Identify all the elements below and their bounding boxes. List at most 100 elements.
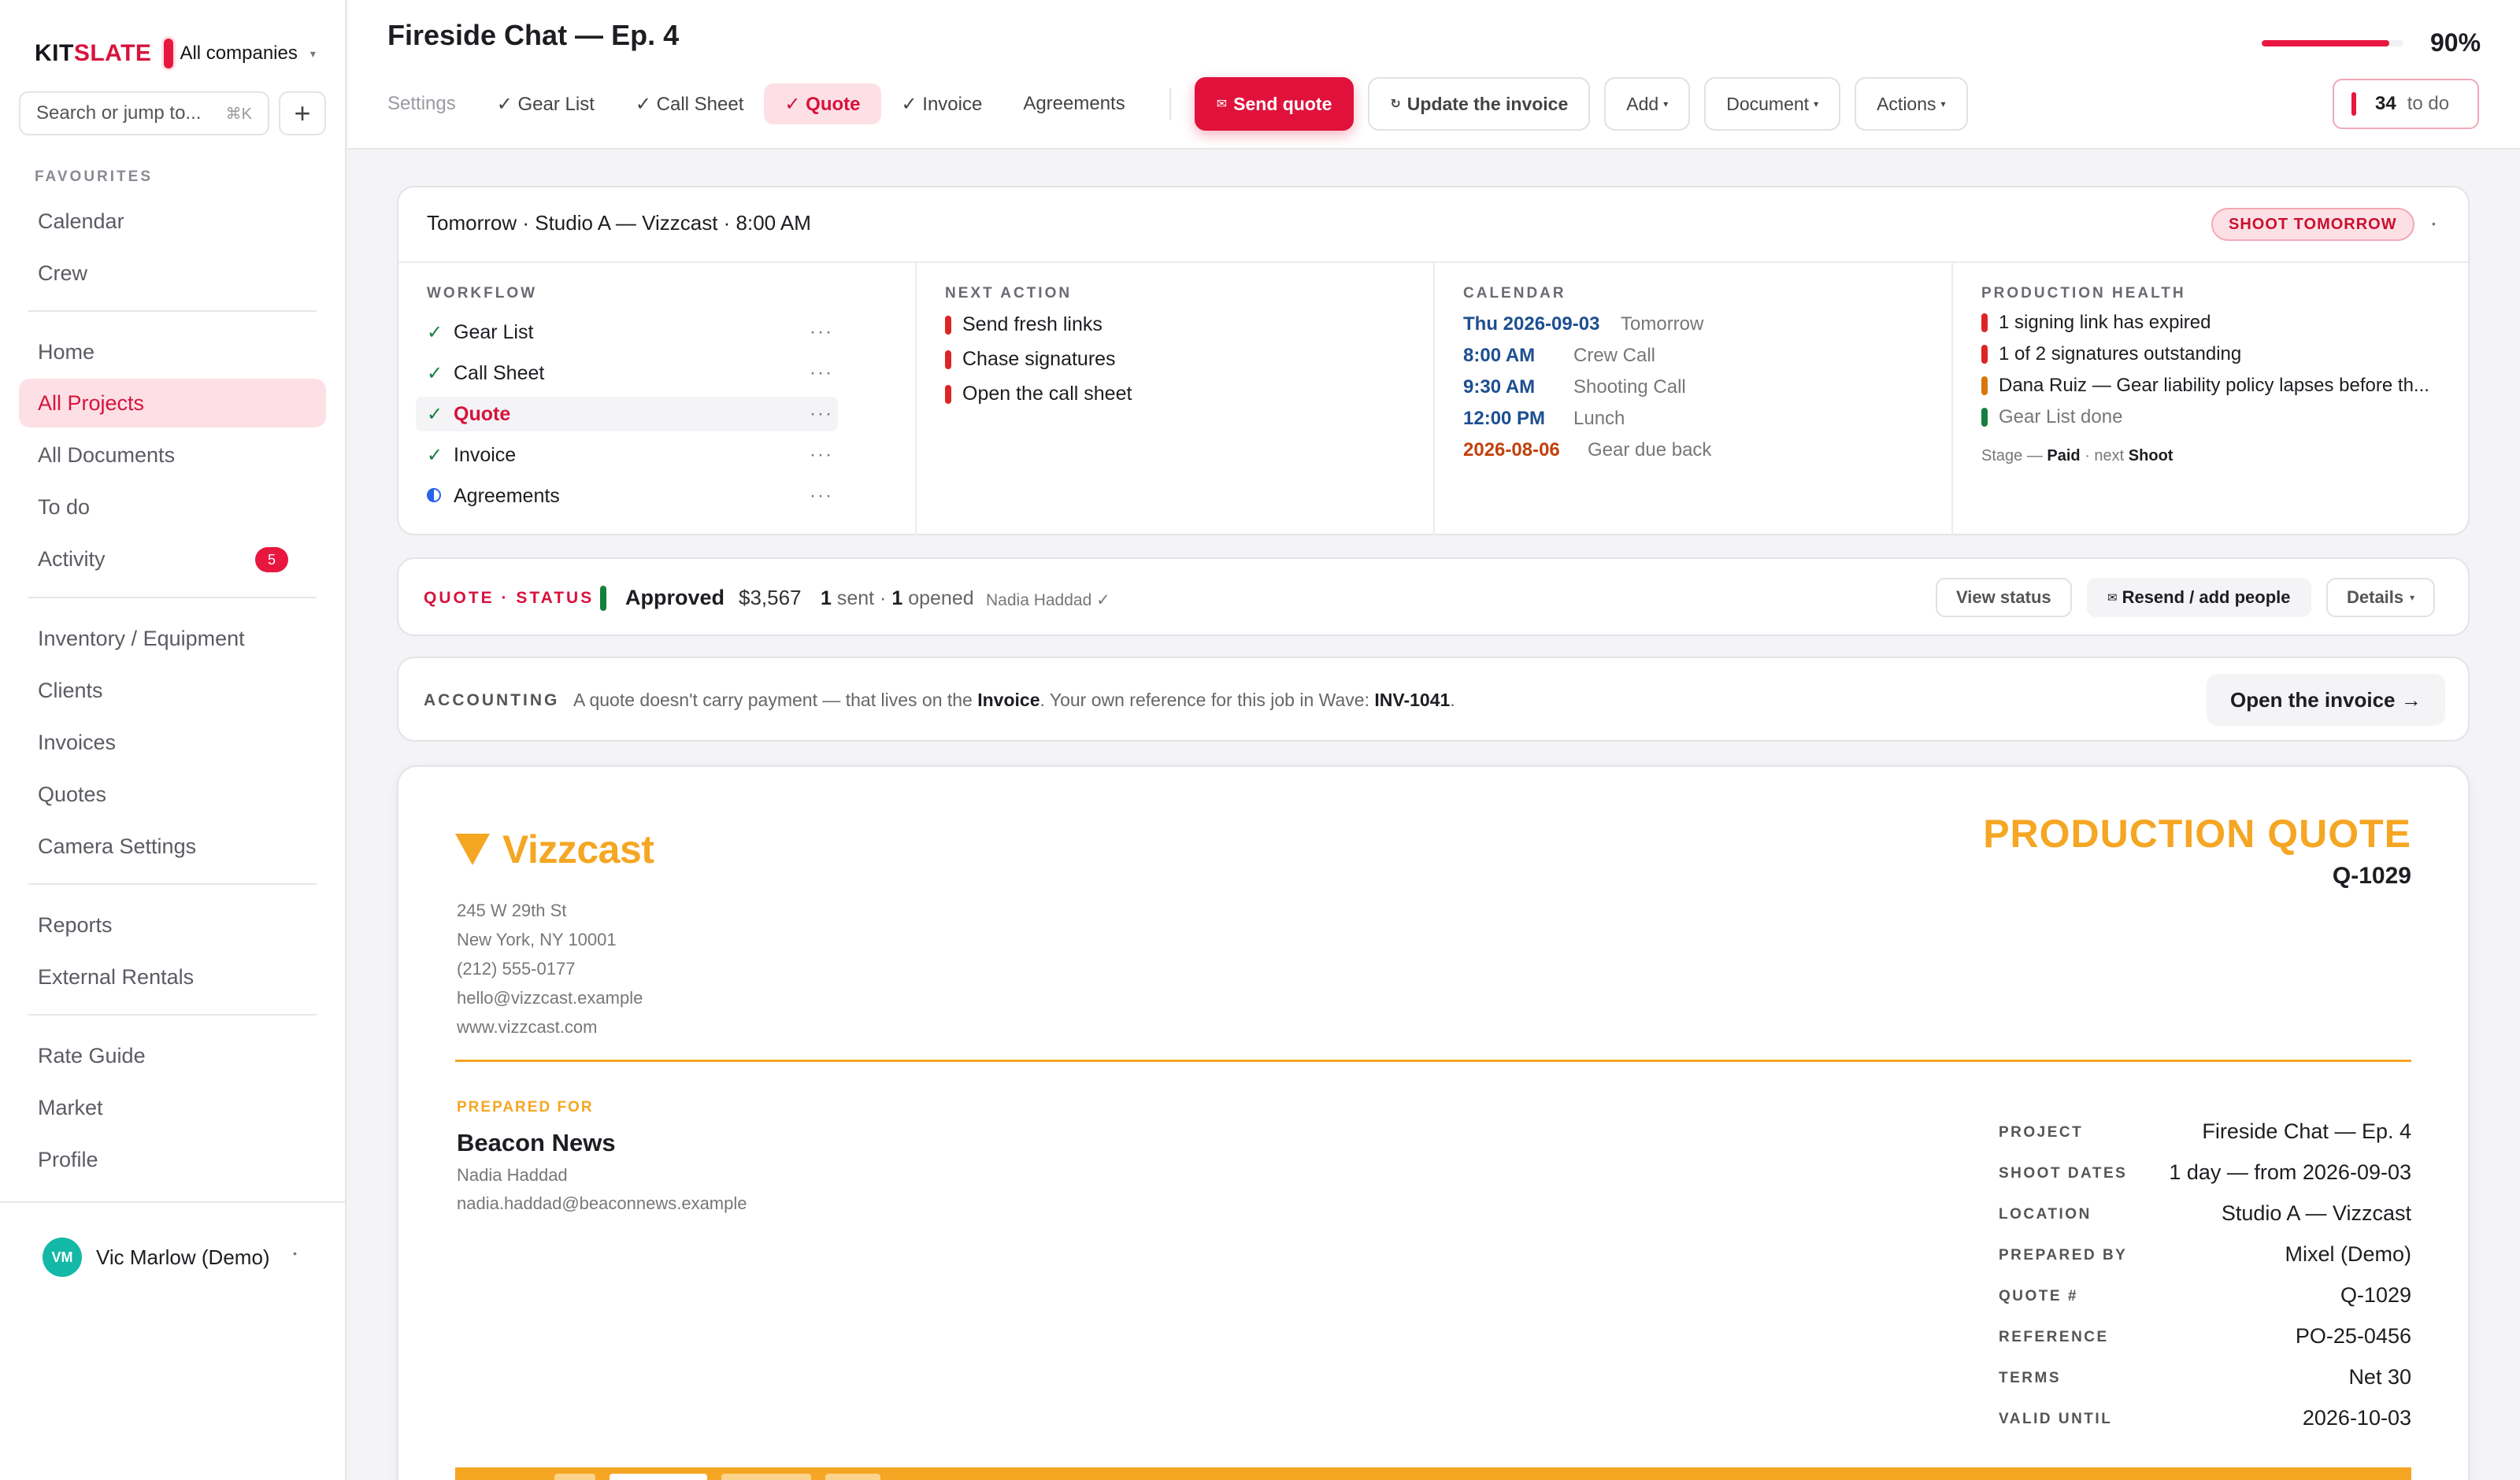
calendar-entry: Thu 2026-09-03 Tomorrow xyxy=(1463,313,1703,335)
document-menu-button[interactable]: Document ▾ xyxy=(1704,77,1841,131)
sidebar-item-quotes[interactable]: Quotes xyxy=(19,770,326,819)
stage-next: Shoot xyxy=(2128,447,2174,464)
sidebar: KITSLATE All companies ▾ Search or jump … xyxy=(0,0,346,1480)
quote-status-value: Approved xyxy=(625,586,725,609)
health-item: Gear List done xyxy=(1981,406,2122,428)
workflow-item-label: Agreements xyxy=(454,484,560,507)
meta-value: 1 day — from 2026-09-03 xyxy=(2169,1160,2411,1184)
quote-status-card: QUOTE · STATUS Approved $3,567 1 sent · … xyxy=(397,557,2470,636)
workflow-label: WORKFLOW xyxy=(427,285,538,302)
accounting-card: ACCOUNTING A quote doesn't carry payment… xyxy=(397,657,2470,742)
tab-invoice[interactable]: ✓ Invoice xyxy=(881,83,1003,124)
next-action-send-links[interactable]: Send fresh links xyxy=(945,313,1102,336)
meta-label: VALID UNTIL xyxy=(1999,1411,2113,1427)
sidebar-item-calendar[interactable]: Calendar xyxy=(19,197,326,246)
sidebar-item-profile[interactable]: Profile xyxy=(19,1135,326,1184)
calendar-desc: Tomorrow xyxy=(1621,313,1704,335)
actions-menu-button[interactable]: Actions ▾ xyxy=(1855,77,1968,131)
resend-label: Resend / add people xyxy=(2122,587,2291,607)
more-icon[interactable]: ··· xyxy=(810,444,833,466)
sidebar-item-reports[interactable]: Reports xyxy=(19,901,326,949)
company-switcher[interactable]: All companies xyxy=(180,43,297,65)
workflow-item-gear-list[interactable]: ✓ Gear List ··· xyxy=(416,315,838,350)
divider xyxy=(1169,88,1171,120)
sidebar-item-clients[interactable]: Clients xyxy=(19,666,326,715)
shortcut-hint: ⌘K xyxy=(225,105,252,123)
summary-headline: Tomorrow · Studio A — Vizzcast · 8:00 AM xyxy=(427,211,811,235)
workflow-item-agreements[interactable]: Agreements ··· xyxy=(416,479,838,513)
sidebar-item-to-do[interactable]: To do xyxy=(19,483,326,531)
line-items-header-band xyxy=(455,1467,2411,1480)
more-icon[interactable]: ··· xyxy=(810,403,833,425)
todo-count: 34 xyxy=(2375,93,2396,114)
update-invoice-button[interactable]: ↻ Update the invoice xyxy=(1368,77,1591,131)
production-health-column: PRODUCTION HEALTH 1 signing link has exp… xyxy=(1953,263,2470,535)
check-icon: ✓ xyxy=(427,403,443,425)
sidebar-item-crew[interactable]: Crew xyxy=(19,249,326,298)
workflow-item-invoice[interactable]: ✓ Invoice ··· xyxy=(416,438,838,472)
health-item-label: 1 of 2 signatures outstanding xyxy=(1999,343,2242,364)
check-icon: ✓ xyxy=(427,444,443,466)
accounting-note: A quote doesn't carry payment — that liv… xyxy=(573,690,1455,711)
search-input[interactable]: Search or jump to... ⌘K xyxy=(19,91,269,135)
next-action-label: Chase signatures xyxy=(962,348,1116,370)
more-icon[interactable]: ··· xyxy=(810,321,833,343)
details-label: Details xyxy=(2347,587,2404,607)
add-menu-button[interactable]: Add ▾ xyxy=(1604,77,1691,131)
collapse-toggle[interactable]: • xyxy=(2432,217,2436,230)
sidebar-item-camera-settings[interactable]: Camera Settings xyxy=(19,822,326,871)
warning-indicator-icon xyxy=(1981,376,1988,395)
tab-agreements[interactable]: Agreements xyxy=(1002,83,1145,124)
todo-counter-button[interactable]: 34 to do xyxy=(2333,79,2479,129)
user-menu[interactable]: VM Vic Marlow (Demo) • xyxy=(0,1201,346,1304)
divider xyxy=(28,597,317,598)
brand[interactable]: KITSLATE All companies ▾ xyxy=(35,38,316,69)
approved-by: Nadia Haddad ✓ xyxy=(986,591,1110,609)
tab-gear-list[interactable]: ✓ Gear List xyxy=(476,83,615,124)
open-invoice-button[interactable]: Open the invoice → xyxy=(2207,674,2445,726)
tab-quote[interactable]: ✓ Quote xyxy=(764,83,881,124)
more-icon[interactable]: ··· xyxy=(810,362,833,384)
success-indicator-icon xyxy=(1981,408,1988,427)
check-icon: ✓ xyxy=(427,362,443,384)
workflow-item-quote[interactable]: ✓ Quote ··· xyxy=(416,397,838,431)
sidebar-item-external-rentals[interactable]: External Rentals xyxy=(19,953,326,1001)
workflow-item-call-sheet[interactable]: ✓ Call Sheet ··· xyxy=(416,356,838,390)
more-icon[interactable]: ··· xyxy=(810,485,833,507)
tab-settings[interactable]: Settings xyxy=(387,83,476,124)
health-item-label: Dana Ruiz — Gear liability policy lapses… xyxy=(1999,375,2429,396)
next-action-chase-signatures[interactable]: Chase signatures xyxy=(945,348,1116,371)
sidebar-item-rate-guide[interactable]: Rate Guide xyxy=(19,1031,326,1080)
calendar-time: Thu 2026-09-03 xyxy=(1463,313,1600,335)
resend-button[interactable]: ✉ Resend / add people xyxy=(2087,578,2311,617)
alert-indicator-icon xyxy=(1981,313,1988,332)
next-action-open-call-sheet[interactable]: Open the call sheet xyxy=(945,383,1132,405)
view-status-button[interactable]: View status xyxy=(1936,578,2072,617)
opened-count: 1 xyxy=(891,587,903,609)
invoice-link[interactable]: Invoice xyxy=(977,690,1040,710)
sidebar-item-activity[interactable]: Activity 5 xyxy=(19,535,326,583)
sidebar-item-all-projects[interactable]: All Projects xyxy=(19,379,326,427)
company-address: 245 W 29th St New York, NY 10001 (212) 5… xyxy=(457,896,643,1042)
details-button[interactable]: Details ▾ xyxy=(2326,578,2436,617)
document-menu-label: Document xyxy=(1726,93,1810,114)
sidebar-item-market[interactable]: Market xyxy=(19,1083,326,1132)
progress-fill xyxy=(2262,39,2389,46)
sidebar-item-invoices[interactable]: Invoices xyxy=(19,718,326,767)
sidebar-item-home[interactable]: Home xyxy=(19,327,326,376)
workflow-item-label: Invoice xyxy=(454,443,517,466)
sidebar-item-inventory[interactable]: Inventory / Equipment xyxy=(19,614,326,663)
todo-label: to do xyxy=(2407,93,2450,114)
stage-prefix: Stage — xyxy=(1981,447,2043,464)
company-logo: Vizzcast xyxy=(455,827,654,872)
tab-call-sheet[interactable]: ✓ Call Sheet xyxy=(615,83,765,124)
sidebar-item-all-documents[interactable]: All Documents xyxy=(19,431,326,479)
send-quote-button[interactable]: ✉ Send quote xyxy=(1194,77,1354,131)
next-action-label: Open the call sheet xyxy=(962,383,1132,405)
user-name: Vic Marlow (Demo) xyxy=(96,1245,270,1269)
refresh-icon: ↻ xyxy=(1390,98,1401,111)
calendar-entry: 8:00 AM Crew Call xyxy=(1463,345,1655,367)
calendar-desc: Gear due back xyxy=(1588,439,1712,461)
health-item: Dana Ruiz — Gear liability policy lapses… xyxy=(1981,375,2429,397)
add-button[interactable]: + xyxy=(279,91,326,135)
